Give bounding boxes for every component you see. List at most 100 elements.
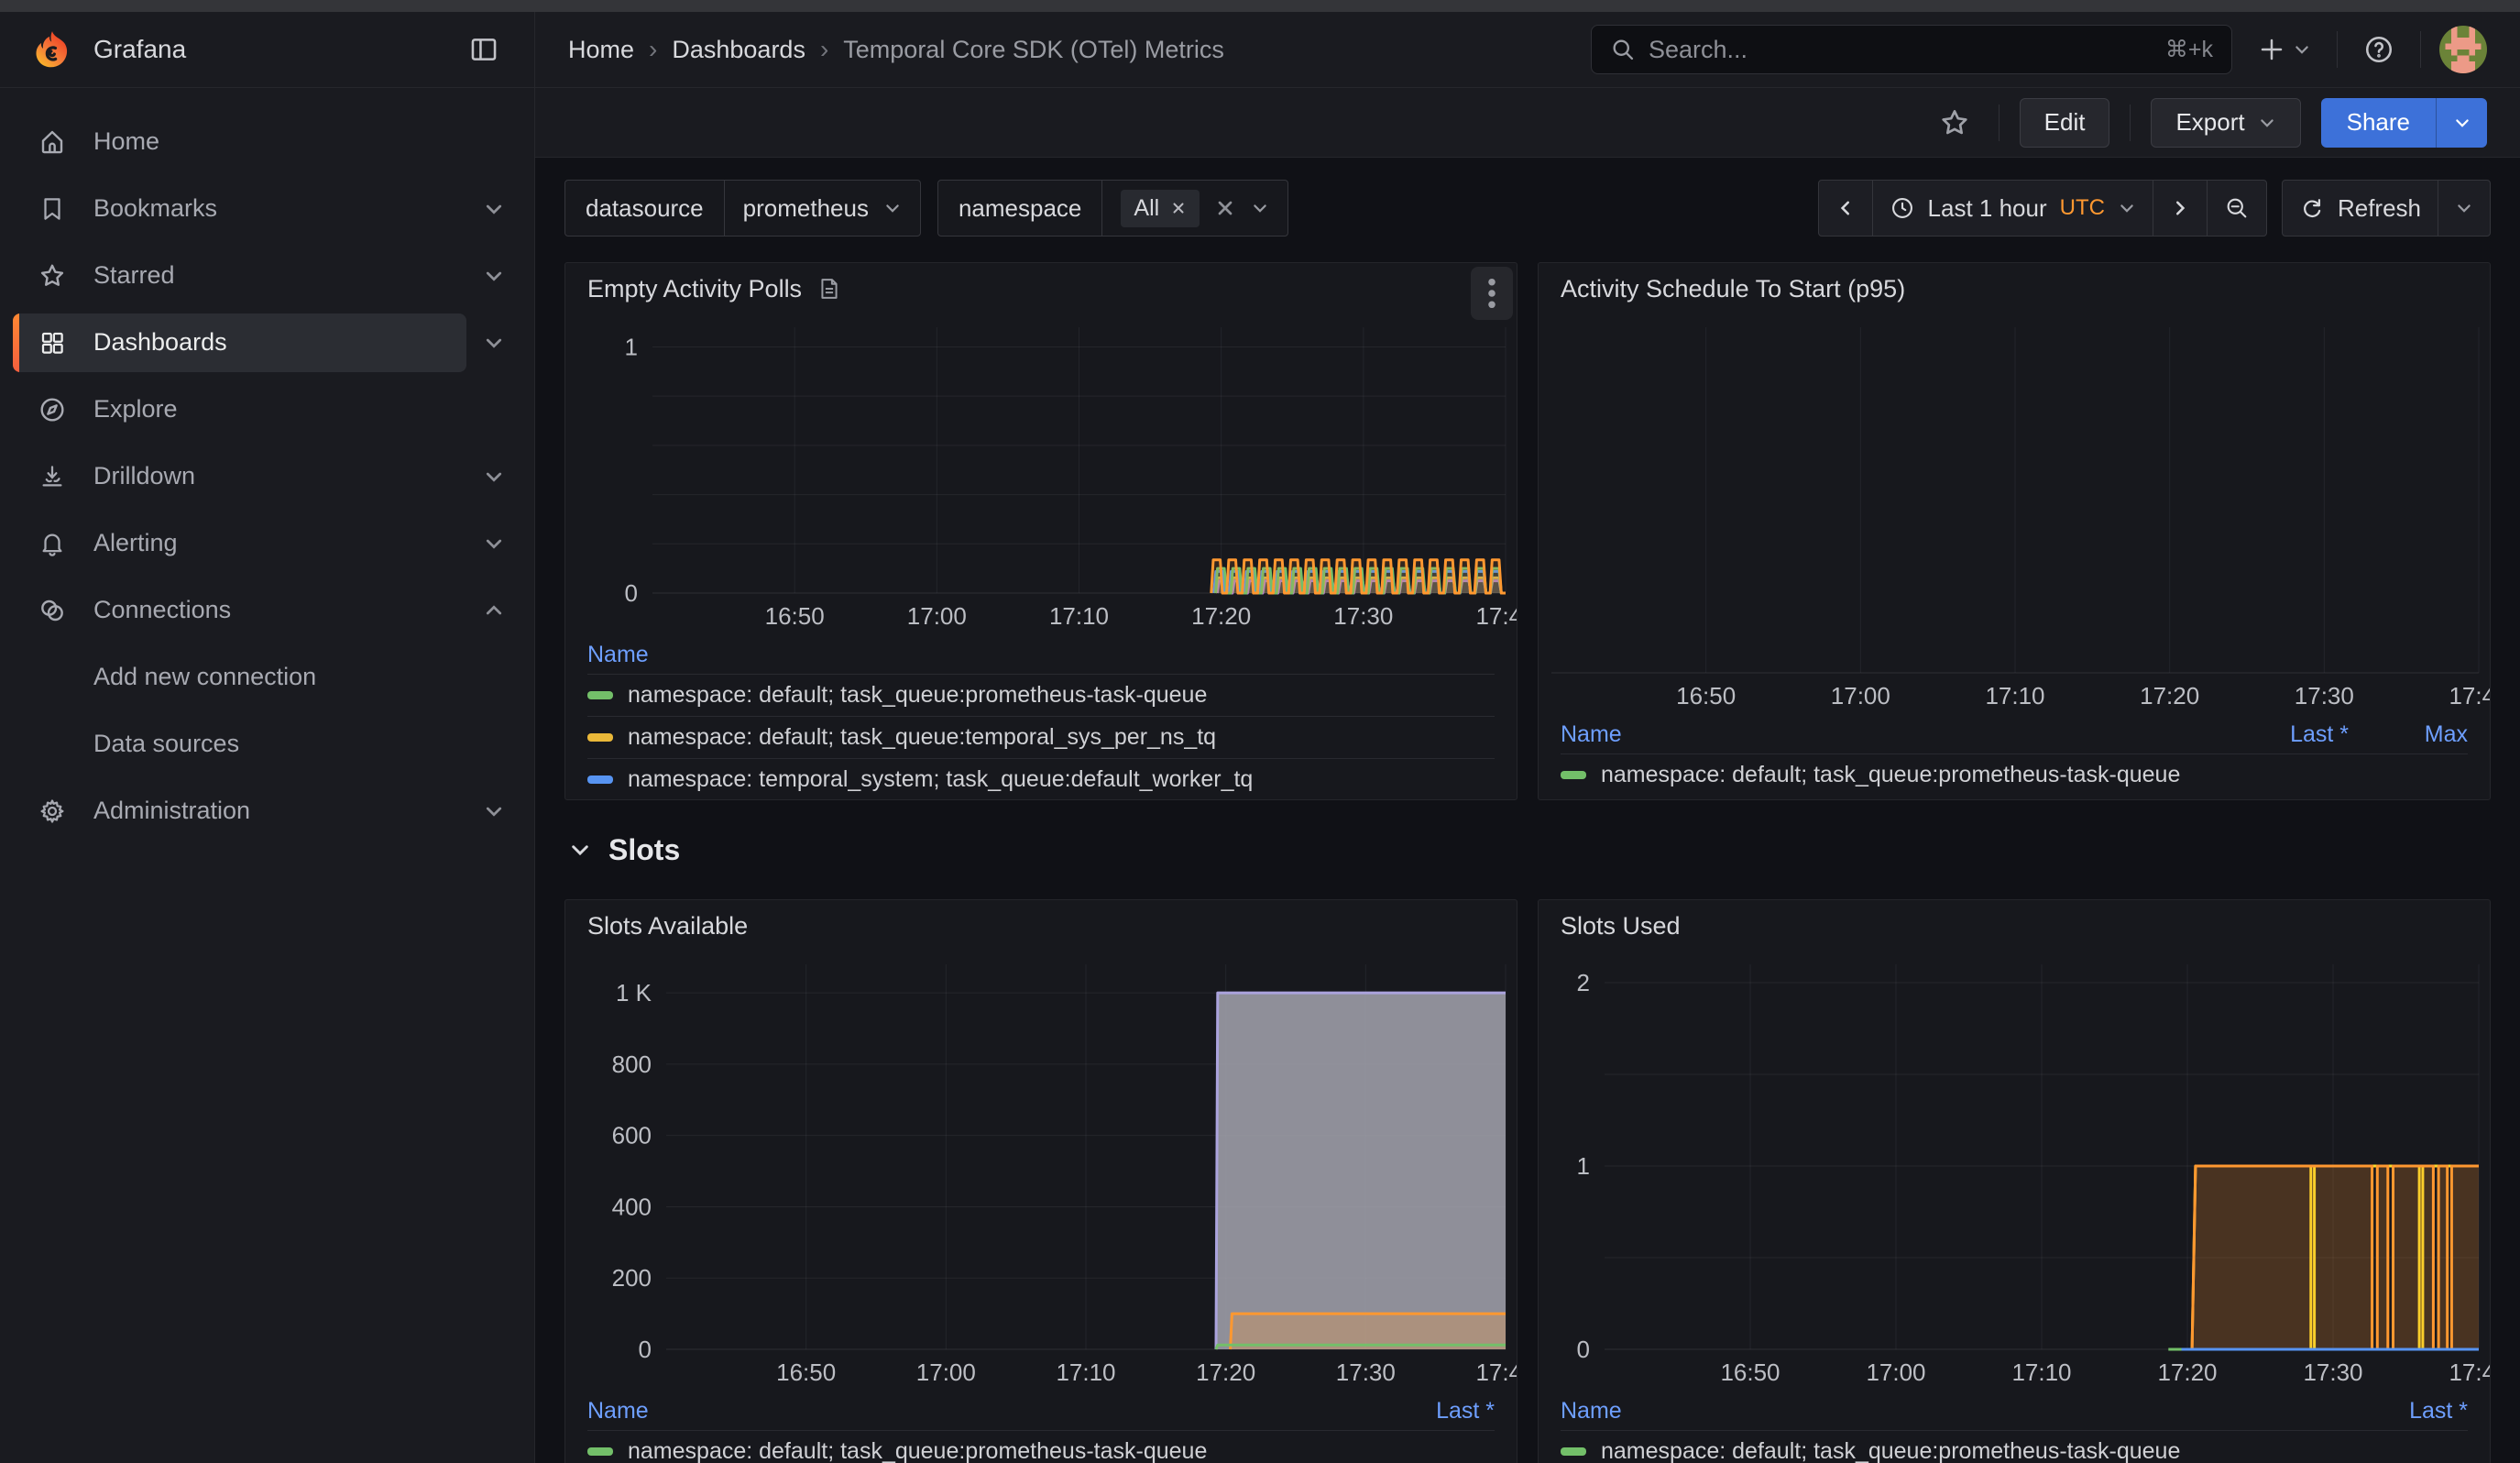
svg-text:400: 400 xyxy=(612,1193,652,1220)
slots-used-chart[interactable]: 16:5017:0017:1017:2017:3017:40012 xyxy=(1539,952,2490,1392)
legend-header-last[interactable]: Last * xyxy=(2202,721,2349,748)
series-marker xyxy=(587,733,613,742)
search-input[interactable]: Search... ⌘+k xyxy=(1591,25,2232,74)
legend-row[interactable]: namespace: default; task_queue:prometheu… xyxy=(587,674,1495,716)
chevron-down-icon[interactable] xyxy=(466,247,521,305)
sidebar-item-label: Connections xyxy=(93,596,231,624)
panel-title[interactable]: Empty Activity Polls xyxy=(587,275,802,303)
chevron-right-icon: › xyxy=(649,35,657,64)
chevron-down-icon[interactable] xyxy=(466,782,521,841)
home-icon xyxy=(37,126,68,158)
svg-text:17:40: 17:40 xyxy=(2449,1358,2490,1386)
refresh-button[interactable]: Refresh xyxy=(2282,180,2438,236)
svg-text:16:50: 16:50 xyxy=(1676,682,1736,710)
namespace-chip[interactable]: All xyxy=(1121,190,1200,227)
panel-title[interactable]: Activity Schedule To Start (p95) xyxy=(1561,275,1905,303)
legend-header-name[interactable]: Name xyxy=(587,642,1495,668)
svg-text:800: 800 xyxy=(612,1050,652,1078)
svg-text:17:10: 17:10 xyxy=(1985,682,2044,710)
header-divider xyxy=(2337,31,2338,68)
sidebar-item-label: Home xyxy=(93,127,159,156)
row-slots[interactable]: Slots xyxy=(568,828,2491,872)
svg-text:17:00: 17:00 xyxy=(1866,1358,1925,1386)
sidebar-item-add-new-connection[interactable]: Add new connection xyxy=(13,648,521,707)
clear-icon xyxy=(1214,197,1236,219)
namespace-select[interactable]: All xyxy=(1102,181,1287,236)
sidebar-item-label: Administration xyxy=(93,797,250,825)
datasource-label: datasource xyxy=(565,181,725,236)
share-button[interactable]: Share xyxy=(2321,98,2436,148)
slots-available-chart[interactable]: 16:5017:0017:1017:2017:3017:400200400600… xyxy=(565,952,1517,1392)
svg-text:17:10: 17:10 xyxy=(2011,1358,2071,1386)
add-menu-button[interactable] xyxy=(2251,25,2318,74)
share-menu-chevron-icon[interactable] xyxy=(2436,98,2487,148)
grafana-logo-icon[interactable] xyxy=(31,28,73,71)
time-range-picker[interactable]: Last 1 hour UTC xyxy=(1872,180,2153,236)
chevron-down-icon[interactable] xyxy=(466,180,521,238)
legend-header-last[interactable]: Last * xyxy=(1348,1398,1495,1424)
bell-icon xyxy=(37,528,68,559)
chevron-up-icon[interactable] xyxy=(466,581,521,640)
toolbar-divider xyxy=(1999,104,2000,141)
panel-title[interactable]: Slots Used xyxy=(1561,912,1681,940)
svg-text:16:50: 16:50 xyxy=(776,1358,836,1386)
legend-header-last[interactable]: Last * xyxy=(2321,1398,2468,1424)
legend-row[interactable]: namespace: default; task_queue:prometheu… xyxy=(587,1430,1495,1463)
sidebar-item-connections[interactable]: Connections xyxy=(13,581,466,640)
legend-row[interactable]: namespace: default; task_queue:prometheu… xyxy=(1561,1430,2468,1463)
sidebar-item-label: Starred xyxy=(93,261,175,290)
sidebar-item-data-sources[interactable]: Data sources xyxy=(13,715,521,774)
datasource-select[interactable]: prometheus xyxy=(725,181,920,236)
time-back-button[interactable] xyxy=(1818,180,1873,236)
refresh-interval-chevron-icon[interactable] xyxy=(2438,180,2491,236)
sidebar-item-administration[interactable]: Administration xyxy=(13,782,466,841)
zoom-out-button[interactable] xyxy=(2207,180,2267,236)
sidebar-item-starred[interactable]: Starred xyxy=(13,247,466,305)
panel-title[interactable]: Slots Available xyxy=(587,912,748,940)
description-icon[interactable] xyxy=(816,276,842,302)
legend-header-max[interactable]: Max xyxy=(2349,721,2468,748)
export-button[interactable]: Export xyxy=(2151,98,2300,148)
refresh-icon xyxy=(2299,195,2325,221)
sidebar-item-dashboards[interactable]: Dashboards xyxy=(13,314,466,372)
chevron-down-icon[interactable] xyxy=(466,447,521,506)
breadcrumb-dashboards[interactable]: Dashboards xyxy=(672,36,805,64)
legend-row[interactable]: namespace: default; task_queue:prometheu… xyxy=(1561,754,2468,796)
dashboard-toolbar: Edit Export Share xyxy=(535,88,2520,158)
favorite-star-icon[interactable] xyxy=(1931,98,1978,148)
connections-icon xyxy=(37,595,68,626)
gear-icon xyxy=(37,796,68,827)
legend-row[interactable]: namespace: temporal_system; task_queue:d… xyxy=(587,758,1495,800)
help-icon[interactable] xyxy=(2356,25,2402,74)
series-marker xyxy=(1561,771,1586,779)
top-header: Home › Dashboards › Temporal Core SDK (O… xyxy=(535,12,2520,88)
legend-header-name[interactable]: Name xyxy=(1561,721,2202,748)
empty-activity-polls-chart[interactable]: 16:5017:0017:1017:2017:3017:4001 xyxy=(565,314,1517,635)
clock-icon xyxy=(1890,195,1915,221)
avatar[interactable] xyxy=(2439,26,2487,73)
svg-text:17:30: 17:30 xyxy=(2303,1358,2362,1386)
sidebar-item-explore[interactable]: Explore xyxy=(13,380,521,439)
chevron-down-icon[interactable] xyxy=(466,314,521,372)
section-title: Slots xyxy=(608,833,680,867)
panel-menu-button[interactable] xyxy=(1471,267,1513,320)
time-forward-button[interactable] xyxy=(2153,180,2208,236)
activity-schedule-to-start-chart[interactable]: 16:5017:0017:1017:2017:3017:40 xyxy=(1539,314,2490,715)
header-divider xyxy=(2420,31,2421,68)
series-marker xyxy=(1561,1447,1586,1456)
sidebar-item-home[interactable]: Home xyxy=(13,113,521,171)
edit-button[interactable]: Edit xyxy=(2020,98,2110,148)
sidebar-item-bookmarks[interactable]: Bookmarks xyxy=(13,180,466,238)
sidebar-item-alerting[interactable]: Alerting xyxy=(13,514,466,573)
dock-sidebar-icon[interactable] xyxy=(461,25,507,74)
breadcrumb-home[interactable]: Home xyxy=(568,36,634,64)
chevron-down-icon xyxy=(2118,199,2136,217)
legend-header-name[interactable]: Name xyxy=(587,1398,1348,1424)
panel-legend: Name Last * Max namespace: default; task… xyxy=(1539,715,2490,796)
legend-row[interactable]: namespace: default; task_queue:temporal_… xyxy=(587,716,1495,758)
svg-text:16:50: 16:50 xyxy=(765,602,825,630)
bookmark-icon xyxy=(37,193,68,225)
chevron-down-icon[interactable] xyxy=(466,514,521,573)
legend-header-name[interactable]: Name xyxy=(1561,1398,2321,1424)
sidebar-item-drilldown[interactable]: Drilldown xyxy=(13,447,466,506)
